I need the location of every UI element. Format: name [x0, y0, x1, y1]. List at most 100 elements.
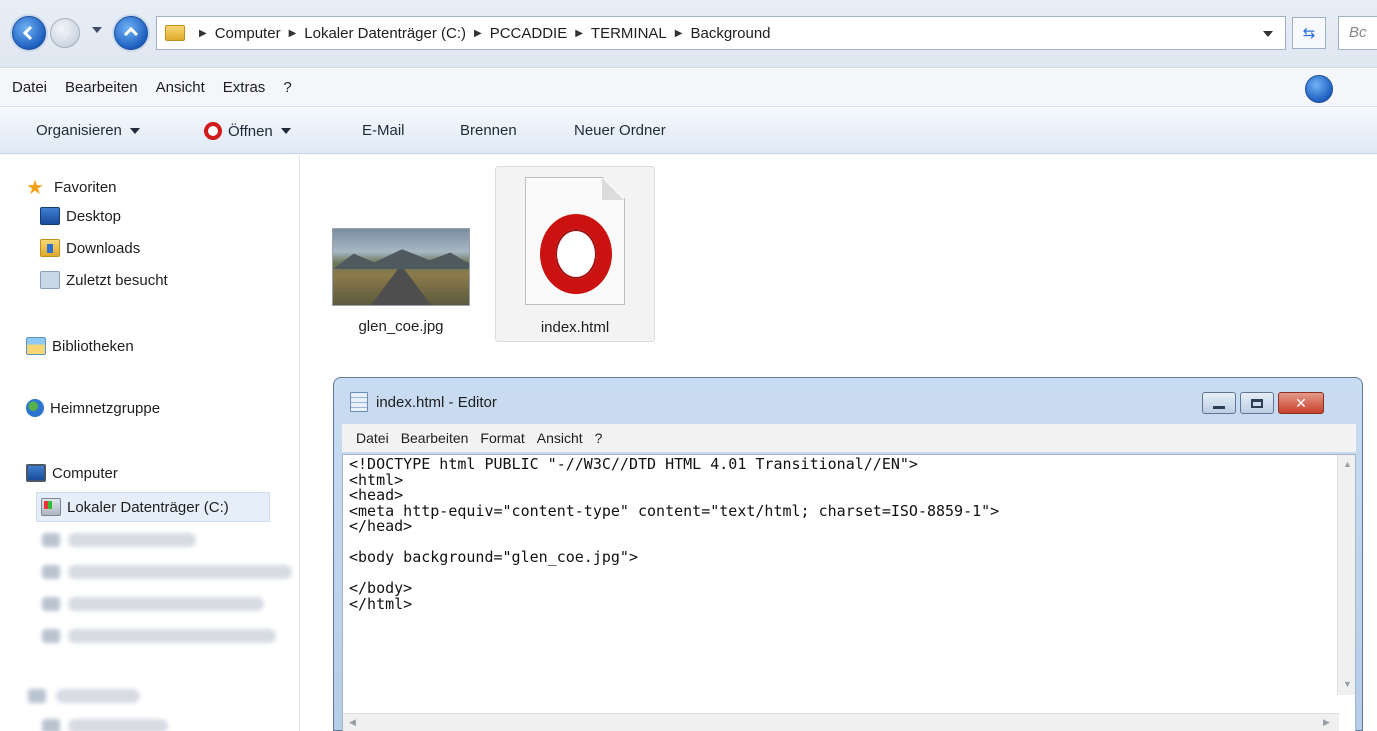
breadcrumb-background[interactable]: Background	[690, 25, 770, 42]
sidebar-item-label: Heimnetzgruppe	[50, 399, 161, 417]
editor-menu-format[interactable]: Format	[480, 430, 524, 446]
folder-icon	[165, 25, 185, 41]
opera-icon	[540, 214, 612, 294]
blurred-network-entry[interactable]	[68, 719, 168, 731]
libraries-icon	[26, 337, 46, 355]
breadcrumb-separator-icon: ▶	[674, 27, 683, 39]
address-bar: ▶ Computer ▶ Lokaler Datenträger (C:) ▶ …	[0, 0, 1377, 68]
breadcrumb-computer[interactable]: Computer	[215, 25, 281, 42]
sidebar-item-libraries[interactable]: Bibliotheken	[26, 337, 134, 355]
menu-extras[interactable]: Extras	[223, 79, 266, 96]
breadcrumb-separator-icon: ▶	[288, 27, 297, 39]
breadcrumb-separator-icon: ▶	[575, 27, 583, 39]
address-history-dropdown[interactable]	[1263, 31, 1273, 37]
homegroup-icon	[26, 399, 44, 417]
editor-title-bar[interactable]: index.html - Editor	[350, 392, 497, 412]
drive-icon	[41, 498, 61, 516]
star-icon: ★	[26, 177, 44, 199]
burn-button[interactable]: Brennen	[460, 122, 517, 139]
editor-menu-datei[interactable]: Datei	[356, 430, 389, 446]
menu-bearbeiten[interactable]: Bearbeiten	[65, 79, 138, 96]
organize-button[interactable]: Organisieren	[36, 122, 140, 139]
breadcrumb-pccaddie[interactable]: PCCADDIE	[490, 25, 568, 42]
drive-icon	[42, 597, 60, 611]
sidebar-item-favorites[interactable]: ★ Favoriten	[26, 175, 117, 200]
drive-icon	[42, 565, 60, 579]
menu-help[interactable]: ?	[283, 79, 291, 96]
photo-thumbnail	[332, 228, 470, 306]
breadcrumb-terminal[interactable]: TERMINAL	[591, 25, 667, 42]
file-glen-coe[interactable]: glen_coe.jpg	[330, 228, 472, 335]
network-drive-icon	[42, 629, 60, 643]
breadcrumb-local-disk[interactable]: Lokaler Datenträger (C:)	[304, 25, 466, 42]
sidebar-item-label: Lokaler Datenträger (C:)	[67, 498, 229, 516]
editor-code[interactable]: <!DOCTYPE html PUBLIC "-//W3C//DTD HTML …	[349, 456, 999, 612]
address-path[interactable]: ▶ Computer ▶ Lokaler Datenträger (C:) ▶ …	[156, 16, 1286, 50]
editor-title: index.html - Editor	[376, 393, 497, 411]
scroll-down-icon[interactable]: ▼	[1343, 679, 1352, 689]
sidebar-item-desktop[interactable]: Desktop	[40, 207, 121, 225]
breadcrumb-separator-icon: ▶	[199, 27, 207, 39]
minimize-icon	[1213, 405, 1225, 409]
refresh-button[interactable]: ⇆	[1292, 17, 1326, 49]
sidebar-item-label: Desktop	[66, 207, 122, 225]
blurred-drive-entry[interactable]	[68, 565, 292, 579]
sidebar-item-label: Zuletzt besucht	[66, 271, 168, 289]
back-button[interactable]	[12, 16, 46, 50]
sidebar-item-homegroup[interactable]: Heimnetzgruppe	[26, 399, 160, 417]
menu-datei[interactable]: Datei	[12, 79, 47, 96]
up-button[interactable]	[114, 16, 148, 50]
vertical-scrollbar[interactable]: ▲ ▼	[1337, 455, 1355, 695]
file-name: index.html	[540, 319, 610, 336]
editor-menu-help[interactable]: ?	[595, 430, 603, 446]
scroll-up-icon[interactable]: ▲	[1343, 459, 1352, 469]
navigation-pane: ★ Favoriten Desktop Downloads Zuletzt be…	[0, 155, 300, 731]
sidebar-item-computer[interactable]: Computer	[26, 464, 118, 482]
blurred-drive-entry[interactable]	[68, 533, 196, 547]
sidebar-item-local-disk[interactable]: Lokaler Datenträger (C:)	[36, 492, 270, 522]
file-index-html[interactable]: index.html	[495, 166, 655, 342]
blurred-drive-entry[interactable]	[68, 629, 276, 643]
opera-icon	[204, 122, 222, 140]
forward-button[interactable]	[50, 18, 80, 48]
blurred-network-entry[interactable]	[56, 689, 140, 703]
maximize-icon	[1251, 398, 1263, 408]
desktop-icon	[40, 207, 60, 225]
sidebar-item-recent[interactable]: Zuletzt besucht	[40, 271, 168, 289]
drive-icon	[42, 533, 60, 547]
new-folder-button[interactable]: Neuer Ordner	[574, 122, 666, 139]
editor-text-area[interactable]: <!DOCTYPE html PUBLIC "-//W3C//DTD HTML …	[342, 454, 1356, 731]
open-button[interactable]: Öffnen	[204, 122, 291, 140]
menu-bar: Datei Bearbeiten Ansicht Extras ?	[0, 69, 1377, 107]
sidebar-item-downloads[interactable]: Downloads	[40, 239, 140, 257]
command-bar: Organisieren Öffnen E-Mail Brennen Neuer…	[0, 108, 1377, 154]
help-icon[interactable]	[1305, 75, 1333, 103]
computer-icon	[26, 464, 46, 482]
breadcrumb-separator-icon: ▶	[474, 27, 482, 39]
arrow-left-icon	[22, 25, 33, 41]
email-button[interactable]: E-Mail	[362, 122, 405, 139]
editor-window: index.html - Editor ✕ Datei Bearbeiten F…	[333, 377, 1363, 731]
downloads-folder-icon	[40, 239, 60, 257]
scroll-left-icon[interactable]: ◀	[349, 717, 356, 728]
minimize-button[interactable]	[1202, 392, 1236, 414]
close-button[interactable]: ✕	[1278, 392, 1324, 414]
computer-icon	[42, 719, 60, 731]
maximize-button[interactable]	[1240, 392, 1274, 414]
recent-pages-dropdown[interactable]	[92, 27, 102, 33]
sidebar-item-label: Downloads	[66, 239, 141, 257]
chevron-down-icon	[129, 127, 140, 134]
open-label: Öffnen	[228, 122, 273, 140]
editor-menu-bearbeiten[interactable]: Bearbeiten	[401, 430, 469, 446]
blurred-drive-entry[interactable]	[68, 597, 264, 611]
scroll-right-icon[interactable]: ▶	[1323, 717, 1330, 728]
sidebar-item-label: Computer	[52, 464, 118, 482]
arrow-up-icon	[123, 26, 139, 37]
notepad-icon	[350, 392, 368, 412]
sidebar-item-label: Favoriten	[54, 179, 117, 196]
editor-menu-ansicht[interactable]: Ansicht	[537, 430, 583, 446]
menu-ansicht[interactable]: Ansicht	[156, 79, 205, 96]
search-input[interactable]: Bc	[1338, 16, 1377, 50]
horizontal-scrollbar[interactable]: ◀ ▶	[343, 713, 1339, 731]
file-name: glen_coe.jpg	[358, 318, 444, 335]
